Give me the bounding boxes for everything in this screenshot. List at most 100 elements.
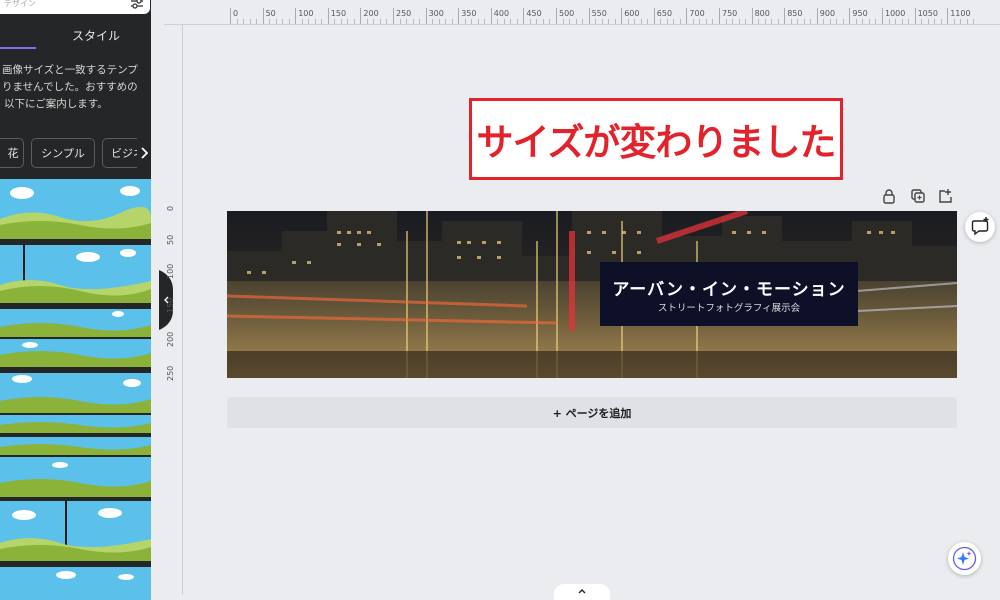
ruler-tick <box>882 8 883 24</box>
ruler-tick-label: 650 <box>656 9 673 18</box>
ruler-tick-label: 550 <box>591 9 607 18</box>
caption-text: サイズが変わりました <box>476 121 837 164</box>
tab-style[interactable]: スタイル <box>72 27 120 44</box>
ruler-tick <box>719 8 720 24</box>
magic-assistant-button[interactable] <box>948 542 981 575</box>
ruler-tick-label: 150 <box>166 297 175 313</box>
ruler-tick <box>556 8 557 24</box>
ruler-tick-label: 0 <box>166 205 175 211</box>
ruler-tick-label: 800 <box>754 9 770 18</box>
banner-subtitle[interactable]: ストリートフォトグラフィ展示会 <box>600 300 858 314</box>
template-thumbnail[interactable] <box>0 339 151 367</box>
ruler-tick <box>621 8 623 24</box>
magic-sparkle-icon <box>952 546 977 571</box>
notice-line: 以下にご案内します。 <box>4 98 108 110</box>
banner-title-box[interactable]: アーバン・イン・モーション ストリートフォトグラフィ展示会 <box>600 262 858 326</box>
annotation-caption: サイズが変わりました <box>469 98 843 180</box>
notice-line: りませんでした。おすすめの <box>2 81 138 93</box>
template-thumbnail[interactable] <box>0 437 151 455</box>
ruler-tick-label: 0 <box>233 9 239 18</box>
ruler-tick <box>914 8 916 24</box>
ruler-tick-label: 400 <box>493 9 510 18</box>
ruler-tick <box>849 8 851 24</box>
lock-icon[interactable] <box>882 188 898 204</box>
ruler-tick <box>751 8 753 24</box>
ruler-tick-label: 450 <box>526 9 542 18</box>
ruler-tick <box>295 8 297 24</box>
comment-add-icon <box>971 217 989 236</box>
ruler-tick <box>360 8 362 24</box>
ruler-tick <box>230 8 231 24</box>
no-match-notice: 画像サイズと一致するテンプ りませんでした。おすすめの 以下にご案内します。 <box>0 62 150 113</box>
ruler-tick <box>686 8 688 24</box>
ruler-tick-label: 100 <box>166 263 175 279</box>
ruler-tick-label: 1000 <box>885 9 906 18</box>
pages-panel-expand-handle[interactable] <box>554 584 610 600</box>
ruler-tick <box>327 8 329 24</box>
banner-title[interactable]: アーバン・イン・モーション <box>600 275 858 300</box>
chip-scroll-right-button[interactable] <box>137 138 151 168</box>
ruler-tick <box>523 8 525 24</box>
ruler-tick <box>458 8 460 24</box>
template-thumbnail[interactable] <box>0 567 151 600</box>
ruler-tick-label: 150 <box>330 9 347 18</box>
ruler-tick-label: 200 <box>166 331 175 347</box>
ruler-tick-label: 950 <box>852 9 868 18</box>
chevron-right-icon <box>141 147 148 159</box>
duplicate-icon[interactable] <box>910 188 926 204</box>
ruler-tick-label: 750 <box>722 9 738 18</box>
ruler-tick <box>653 8 655 24</box>
vertical-ruler-line <box>182 25 183 595</box>
ruler-tick-label: 250 <box>396 9 412 18</box>
ruler-tick-label: 350 <box>461 9 477 18</box>
category-chips: 花 シンプル ビジネ <box>0 138 151 168</box>
ruler-tick-label: 1050 <box>917 9 938 18</box>
ruler-tick <box>816 8 818 24</box>
ruler-tick-label: 200 <box>363 9 379 18</box>
template-thumbnail[interactable] <box>0 373 151 413</box>
ruler-tick <box>262 8 264 24</box>
ruler-tick <box>393 8 394 24</box>
add-page-label: + ページを追加 <box>552 406 632 420</box>
tab-active-indicator[interactable] <box>0 47 36 49</box>
ruler-tick <box>588 8 590 24</box>
vertical-ruler: 0 50 100 150 200 250 <box>164 200 182 400</box>
ruler-tick-label: 500 <box>559 9 575 18</box>
template-thumbnail[interactable] <box>0 179 151 239</box>
chip-label: シンプル <box>41 147 85 160</box>
ruler-tick-label: 300 <box>428 9 444 18</box>
ruler-tick-label: 50 <box>265 9 276 18</box>
ruler-tick-label: 50 <box>166 234 175 245</box>
share-icon[interactable] <box>937 188 953 204</box>
ruler-tick <box>947 8 949 24</box>
chip-label: 花 <box>7 147 19 160</box>
search-input[interactable]: デザイン <box>0 0 150 14</box>
ruler-tick-label: 900 <box>819 9 836 18</box>
ruler-tick <box>490 8 492 24</box>
chevron-up-icon <box>578 589 586 594</box>
template-panel: デザイン スタイル 画像サイズと一致するテンプ りませんでした。おすすめの 以下… <box>0 0 151 600</box>
ruler-tick-label: 600 <box>624 9 640 18</box>
chip-flower[interactable]: 花 <box>0 138 24 168</box>
ruler-baseline <box>164 24 1000 25</box>
ruler-tick-label: 1100 <box>950 9 971 18</box>
ruler-tick-label: 700 <box>689 9 705 18</box>
ruler-tick <box>425 8 427 24</box>
ruler-tick <box>784 8 786 24</box>
template-thumbnail[interactable] <box>0 415 151 433</box>
add-page-button[interactable]: + ページを追加 <box>227 397 957 428</box>
template-thumbnail[interactable] <box>0 457 151 497</box>
template-thumbnail[interactable] <box>0 245 151 303</box>
filter-icon[interactable] <box>130 0 144 14</box>
add-comment-button[interactable] <box>965 212 995 242</box>
ruler-tick-label: 850 <box>787 9 803 18</box>
search-placeholder: デザイン <box>4 0 36 8</box>
chip-simple[interactable]: シンプル <box>31 138 95 168</box>
ruler-tick-label: 250 <box>166 365 175 381</box>
template-thumbnail[interactable] <box>0 309 151 337</box>
page-toolbar <box>882 188 957 206</box>
template-thumbnail[interactable] <box>0 501 151 561</box>
ruler-tick-label: 100 <box>298 9 314 18</box>
horizontal-ruler: 0 50 100 150 200 250 300 350 400 450 500 550 600 650 7… <box>228 8 1000 24</box>
notice-line: 画像サイズと一致するテンプ <box>2 64 138 76</box>
